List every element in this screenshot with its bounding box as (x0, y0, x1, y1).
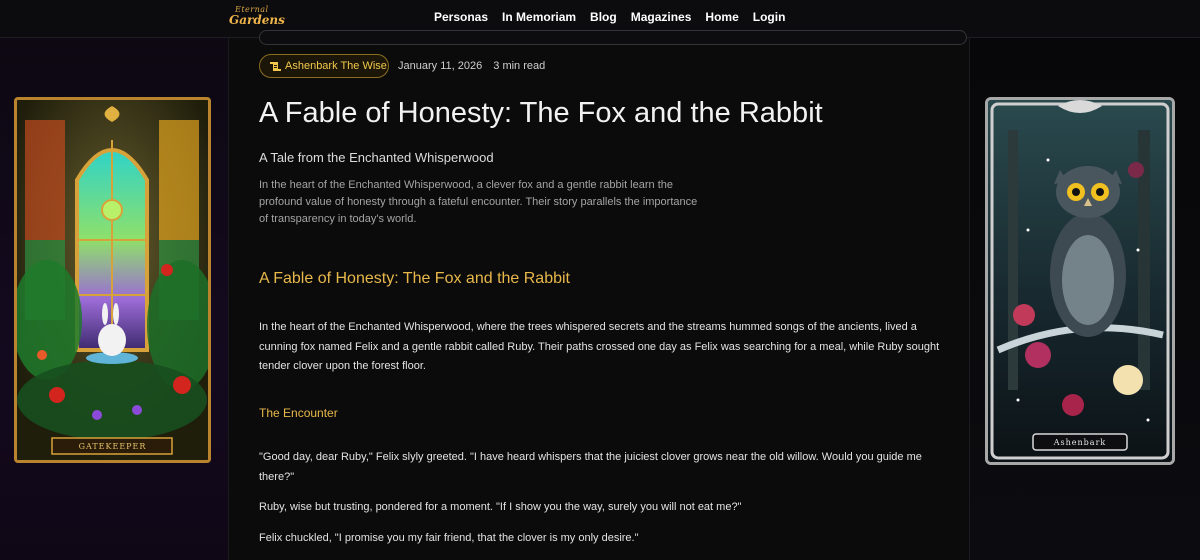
site-logo[interactable]: Eternal Gardens (228, 5, 285, 31)
header-panel-edge (259, 30, 967, 45)
section-heading: A Fable of Honesty: The Fox and the Rabb… (259, 270, 570, 287)
author-badge[interactable]: Ashenbark The Wise (259, 54, 389, 78)
article-subtitle: A Tale from the Enchanted Whisperwood (259, 150, 494, 165)
nav-link-home[interactable]: Home (705, 10, 738, 24)
card-label-ashenbark: Ashenbark (1053, 438, 1107, 447)
owl-illustration (988, 100, 1172, 462)
nav-link-login[interactable]: Login (753, 10, 786, 24)
paragraph: "Good day, dear Ruby," Felix slyly greet… (259, 451, 922, 483)
author-name: Ashenbark The Wise (285, 60, 387, 72)
nav-link-magazines[interactable]: Magazines (631, 10, 692, 24)
paragraph: In the heart of the Enchanted Whisperwoo… (259, 321, 940, 372)
subheading-encounter: The Encounter (259, 406, 338, 420)
stained-glass-illustration (17, 100, 208, 460)
logo-line2: Gardens (229, 13, 285, 27)
publish-date: January 11, 2026 (398, 60, 483, 72)
gatekeeper-card[interactable]: GATEKEEPER (14, 97, 211, 463)
paragraph: Ruby, wise but trusting, pondered for a … (259, 501, 742, 513)
article-meta: January 11, 2026 3 min read (398, 60, 545, 72)
article-title: A Fable of Honesty: The Fox and the Rabb… (259, 97, 823, 129)
card-label-gatekeeper: GATEKEEPER (78, 442, 147, 451)
ashenbark-card[interactable]: Ashenbark (985, 97, 1175, 465)
read-time: 3 min read (493, 60, 546, 72)
nav-link-blog[interactable]: Blog (590, 10, 617, 24)
nav-link-personas[interactable]: Personas (434, 10, 488, 24)
paragraph: Felix chuckled, "I promise you my fair f… (259, 532, 639, 544)
article-summary: In the heart of the Enchanted Whisperwoo… (259, 179, 698, 225)
nav-link-in-memoriam[interactable]: In Memoriam (502, 10, 576, 24)
scroll-icon (270, 62, 281, 71)
nav-links: Personas In Memoriam Blog Magazines Home… (434, 10, 799, 24)
